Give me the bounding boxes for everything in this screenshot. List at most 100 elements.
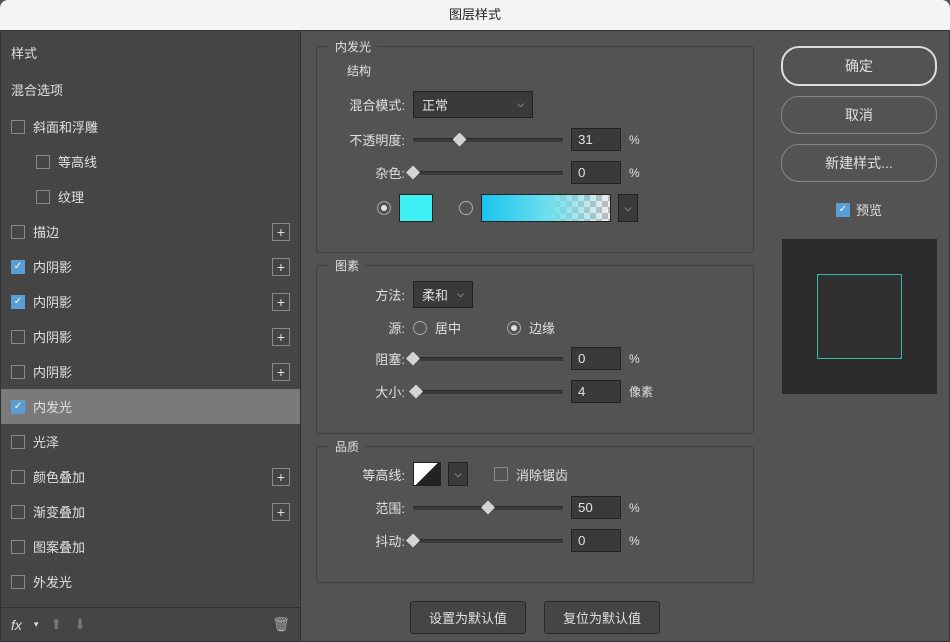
method-dropdown[interactable]: 柔和 ⌵ (413, 281, 473, 308)
preview-toggle[interactable]: ✓ 预览 (781, 200, 937, 219)
effect-item[interactable]: 渐变叠加+ (1, 494, 300, 529)
contour-dropdown-icon[interactable]: ⌵ (448, 462, 468, 486)
effect-label: 斜面和浮雕 (33, 117, 290, 136)
effect-checkbox[interactable] (11, 330, 25, 344)
trash-icon[interactable]: 🗑 (272, 616, 290, 633)
effect-item[interactable]: 投影+ (1, 599, 300, 607)
effect-label: 颜色叠加 (33, 467, 272, 486)
effect-label: 内阴影 (33, 327, 272, 346)
color-radio[interactable] (377, 201, 391, 215)
choke-label: 阻塞: (337, 349, 405, 368)
effect-checkbox[interactable] (11, 540, 25, 554)
source-edge-label: 边缘 (529, 318, 555, 337)
choke-input[interactable] (571, 347, 621, 370)
effect-label: 内发光 (33, 397, 290, 416)
source-edge-radio[interactable] (507, 321, 521, 335)
jitter-label: 抖动: (337, 531, 405, 550)
blend-options[interactable]: 混合选项 (1, 70, 300, 109)
source-center-label: 居中 (435, 318, 461, 337)
plus-icon[interactable]: + (272, 468, 290, 486)
structure-group: 内发光 结构 混合模式: 正常 ⌵ 不透明度: % 杂色: (316, 46, 754, 253)
ok-button[interactable]: 确定 (781, 46, 937, 86)
size-input[interactable] (571, 380, 621, 403)
method-value: 柔和 (422, 285, 448, 304)
choke-unit: % (629, 352, 640, 366)
fx-icon[interactable]: fx (11, 617, 22, 633)
effect-checkbox[interactable] (11, 225, 25, 239)
effect-label: 渐变叠加 (33, 502, 272, 521)
default-button-row: 设置为默认值 复位为默认值 (316, 601, 754, 634)
effect-checkbox[interactable] (11, 435, 25, 449)
blend-mode-dropdown[interactable]: 正常 ⌵ (413, 91, 533, 118)
effect-label: 外发光 (33, 572, 290, 591)
effect-item[interactable]: 内阴影+ (1, 354, 300, 389)
opacity-input[interactable] (571, 128, 621, 151)
antialias-label: 消除锯齿 (516, 465, 568, 484)
plus-icon[interactable]: + (272, 363, 290, 381)
effect-label: 内阴影 (33, 257, 272, 276)
effect-checkbox[interactable] (11, 505, 25, 519)
jitter-input[interactable] (571, 529, 621, 552)
left-panel: 样式 混合选项 斜面和浮雕等高线纹理描边+✓内阴影+✓内阴影+内阴影+内阴影+✓… (1, 31, 301, 641)
color-swatch[interactable] (399, 194, 433, 222)
range-slider[interactable] (413, 506, 563, 510)
noise-slider[interactable] (413, 171, 563, 175)
plus-icon[interactable]: + (272, 258, 290, 276)
effect-checkbox[interactable] (11, 575, 25, 589)
new-style-button[interactable]: 新建样式... (781, 144, 937, 182)
size-slider[interactable] (413, 390, 563, 394)
effect-checkbox[interactable]: ✓ (11, 295, 25, 309)
plus-icon[interactable]: + (272, 503, 290, 521)
fx-dropdown-arrow-icon[interactable]: ▾ (34, 619, 39, 630)
range-input[interactable] (571, 496, 621, 519)
blend-mode-label: 混合模式: (337, 95, 405, 114)
effect-item[interactable]: 内阴影+ (1, 319, 300, 354)
effect-item[interactable]: 光泽 (1, 424, 300, 459)
effect-checkbox[interactable] (11, 120, 25, 134)
effect-item[interactable]: 等高线 (1, 144, 300, 179)
effect-item[interactable]: ✓ 内阴影+ (1, 284, 300, 319)
opacity-slider[interactable] (413, 138, 563, 142)
gradient-swatch[interactable] (481, 194, 611, 222)
source-label: 源: (337, 318, 405, 337)
size-unit: 像素 (629, 383, 653, 400)
plus-icon[interactable]: + (272, 223, 290, 241)
noise-unit: % (629, 166, 640, 180)
plus-icon[interactable]: + (272, 293, 290, 311)
jitter-slider[interactable] (413, 539, 563, 543)
effect-label: 内阴影 (33, 292, 272, 311)
effect-checkbox[interactable] (36, 155, 50, 169)
cancel-button[interactable]: 取消 (781, 96, 937, 134)
styles-header[interactable]: 样式 (1, 31, 300, 70)
gradient-dropdown-icon[interactable]: ⌵ (618, 194, 638, 222)
effect-item[interactable]: ✓ 内阴影+ (1, 249, 300, 284)
noise-input[interactable] (571, 161, 621, 184)
choke-slider[interactable] (413, 357, 563, 361)
contour-swatch[interactable] (413, 462, 441, 486)
effect-checkbox[interactable]: ✓ (11, 400, 25, 414)
effect-label: 图案叠加 (33, 537, 290, 556)
antialias-checkbox[interactable] (494, 467, 508, 481)
effect-label: 描边 (33, 222, 272, 241)
source-center-radio[interactable] (413, 321, 427, 335)
gradient-radio[interactable] (459, 201, 473, 215)
effect-checkbox[interactable] (11, 365, 25, 379)
effect-checkbox[interactable] (11, 470, 25, 484)
quality-group: 品质 等高线: ⌵ 消除锯齿 范围: % 抖动: (316, 446, 754, 583)
arrow-down-icon[interactable]: ⬇ (74, 616, 86, 633)
effect-item[interactable]: 斜面和浮雕 (1, 109, 300, 144)
middle-panel: 内发光 结构 混合模式: 正常 ⌵ 不透明度: % 杂色: (301, 31, 769, 641)
effect-item[interactable]: 图案叠加 (1, 529, 300, 564)
effect-item[interactable]: 描边+ (1, 214, 300, 249)
plus-icon[interactable]: + (272, 328, 290, 346)
arrow-up-icon[interactable]: ⬆ (50, 616, 62, 633)
elements-group: 图素 方法: 柔和 ⌵ 源: 居中 边缘 阻塞: (316, 265, 754, 434)
effect-checkbox[interactable] (36, 190, 50, 204)
effect-item[interactable]: 颜色叠加+ (1, 459, 300, 494)
effect-checkbox[interactable]: ✓ (11, 260, 25, 274)
make-default-button[interactable]: 设置为默认值 (410, 601, 526, 634)
effect-item[interactable]: ✓ 内发光 (1, 389, 300, 424)
effect-item[interactable]: 纹理 (1, 179, 300, 214)
effect-item[interactable]: 外发光 (1, 564, 300, 599)
reset-default-button[interactable]: 复位为默认值 (544, 601, 660, 634)
